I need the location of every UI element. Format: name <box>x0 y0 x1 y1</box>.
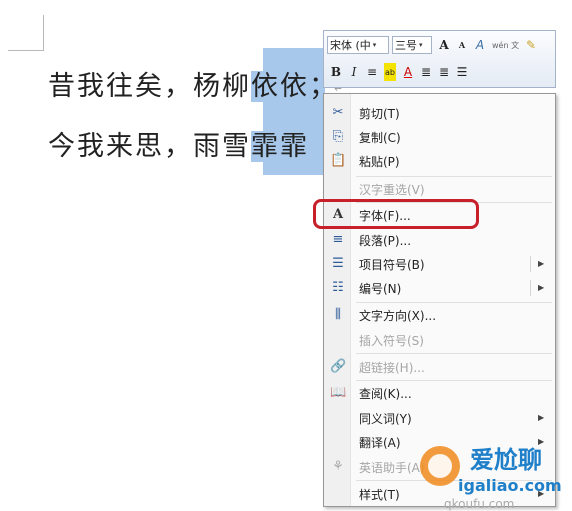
scissors-icon: ✂ <box>332 105 344 120</box>
submenu-divider <box>530 280 531 296</box>
watermark: 爱尬聊 igaliao.com qkoufu.com <box>420 440 572 511</box>
font-name-value: 宋体 (中 <box>330 39 371 52</box>
menu-item-label: 样式(T) <box>359 488 400 502</box>
shrink-font-button[interactable]: A <box>456 36 468 54</box>
menu-separator <box>356 353 552 354</box>
styles-button[interactable]: A <box>474 36 486 54</box>
mini-toolbar-row-1: 宋体 (中 ▾ 三号 ▾ A A A wén 文 ✎ <box>327 34 540 56</box>
format-painter-icon[interactable]: ✎ <box>525 36 537 54</box>
menu-item-label: 超链接(H)... <box>359 361 425 375</box>
chevron-right-icon[interactable]: ▶ <box>538 256 544 272</box>
mini-toolbar-row-2: B I ≡ ab A ≣ ≣ ☰ <box>327 61 471 83</box>
font-item-highlight-ring <box>313 199 479 229</box>
highlight-color-button[interactable]: ab <box>384 63 396 81</box>
paste-icon: 📋 <box>330 153 347 168</box>
increase-indent-button[interactable]: ≣ <box>438 63 450 81</box>
menu-item-label: 项目符号(B) <box>359 258 425 272</box>
menu-item-copy[interactable]: ⎘ 复制(C) <box>325 126 554 148</box>
watermark-faint-text: qkoufu.com <box>444 497 515 511</box>
watermark-logo-inner <box>428 454 452 478</box>
english-assistant-icon: ⚘ <box>332 459 344 474</box>
menu-separator <box>356 176 552 177</box>
font-size-value: 三号 <box>395 39 417 52</box>
menu-item-paragraph[interactable]: ≡ 段落(P)... <box>325 229 554 251</box>
menu-item-numbering[interactable]: ☷ 编号(N) ▶ <box>325 277 554 299</box>
center-align-button[interactable]: ≡ <box>366 63 378 81</box>
text-direction-icon: ⫼ <box>335 307 341 322</box>
menu-item-label: 编号(N) <box>359 282 402 296</box>
watermark-brand: 爱尬聊 <box>470 446 542 474</box>
menu-item-label: 翻译(A) <box>359 436 401 450</box>
menu-item-label: 剪切(T) <box>359 107 400 121</box>
menu-item-synonyms[interactable]: 同义词(Y) ▶ <box>325 407 554 429</box>
poem-line-1-text: 昔我往矣，杨柳 <box>48 71 251 102</box>
menu-item-lookup[interactable]: 📖 查阅(K)... <box>325 382 554 404</box>
font-name-dropdown[interactable]: 宋体 (中 ▾ <box>327 36 389 54</box>
submenu-divider <box>530 256 531 272</box>
chevron-right-icon[interactable]: ▶ <box>538 280 544 296</box>
menu-item-paste[interactable]: 📋 粘贴(P) <box>325 150 554 172</box>
paragraph-icon: ≡ <box>332 232 344 247</box>
hyperlink-icon: 🔗 <box>330 359 347 374</box>
copy-icon: ⎘ <box>332 129 344 144</box>
chevron-down-icon: ▾ <box>372 41 377 49</box>
bold-button[interactable]: B <box>330 63 342 81</box>
chevron-down-icon: ▾ <box>419 41 423 49</box>
font-size-dropdown[interactable]: 三号 ▾ <box>392 36 432 54</box>
decrease-indent-button[interactable]: ≣ <box>420 63 432 81</box>
menu-item-text-direction[interactable]: ⫼ 文字方向(X)... <box>325 304 554 326</box>
grow-font-button[interactable]: A <box>438 36 450 54</box>
menu-item-label: 段落(P)... <box>359 234 412 248</box>
poem-line-1-selected: 依依 <box>251 71 309 102</box>
watermark-domain: igaliao.com <box>458 476 562 495</box>
phonetic-guide-button[interactable]: wén 文 <box>492 36 519 54</box>
margin-corner-mark <box>8 50 43 51</box>
poem-line-1[interactable]: 昔我往矣，杨柳依依； <box>48 64 338 103</box>
menu-item-label: 文字方向(X)... <box>359 309 437 323</box>
menu-item-hyperlink[interactable]: 🔗 超链接(H)... <box>325 356 554 378</box>
menu-item-label: 英语助手(A) <box>359 461 425 475</box>
bullets-icon: ☰ <box>332 256 344 271</box>
menu-separator <box>356 380 552 381</box>
menu-item-label: 查阅(K)... <box>359 387 412 401</box>
mini-toolbar: 宋体 (中 ▾ 三号 ▾ A A A wén 文 ✎ B I ≡ ab A ≣ … <box>323 30 556 88</box>
poem-line-2-selected: 霏霏 <box>251 131 309 162</box>
numbering-icon: ☷ <box>332 280 344 295</box>
menu-item-label: 复制(C) <box>359 131 401 145</box>
menu-separator <box>356 302 552 303</box>
menu-item-reconvert[interactable]: 汉字重选(V) <box>325 178 554 200</box>
chevron-right-icon: ▶ <box>538 413 545 422</box>
menu-item-label: 粘贴(P) <box>359 155 400 169</box>
bullets-button[interactable]: ☰ <box>456 63 468 81</box>
italic-button[interactable]: I <box>348 63 360 81</box>
poem-line-2-text: 今我来思，雨雪 <box>48 131 251 162</box>
font-color-button[interactable]: A <box>402 63 414 81</box>
menu-item-label: 汉字重选(V) <box>359 183 425 197</box>
menu-item-cut[interactable]: ✂ 剪切(T) <box>325 102 554 124</box>
menu-item-label: 插入符号(S) <box>359 334 424 348</box>
menu-item-bullets[interactable]: ☰ 项目符号(B) ▶ <box>325 253 554 275</box>
lookup-icon: 📖 <box>330 385 347 400</box>
menu-item-insert-symbol[interactable]: 插入符号(S) <box>325 329 554 351</box>
menu-item-label: 同义词(Y) <box>359 412 412 426</box>
margin-corner-mark-vertical <box>43 15 44 51</box>
poem-line-2[interactable]: 今我来思，雨雪霏霏 <box>48 124 309 163</box>
